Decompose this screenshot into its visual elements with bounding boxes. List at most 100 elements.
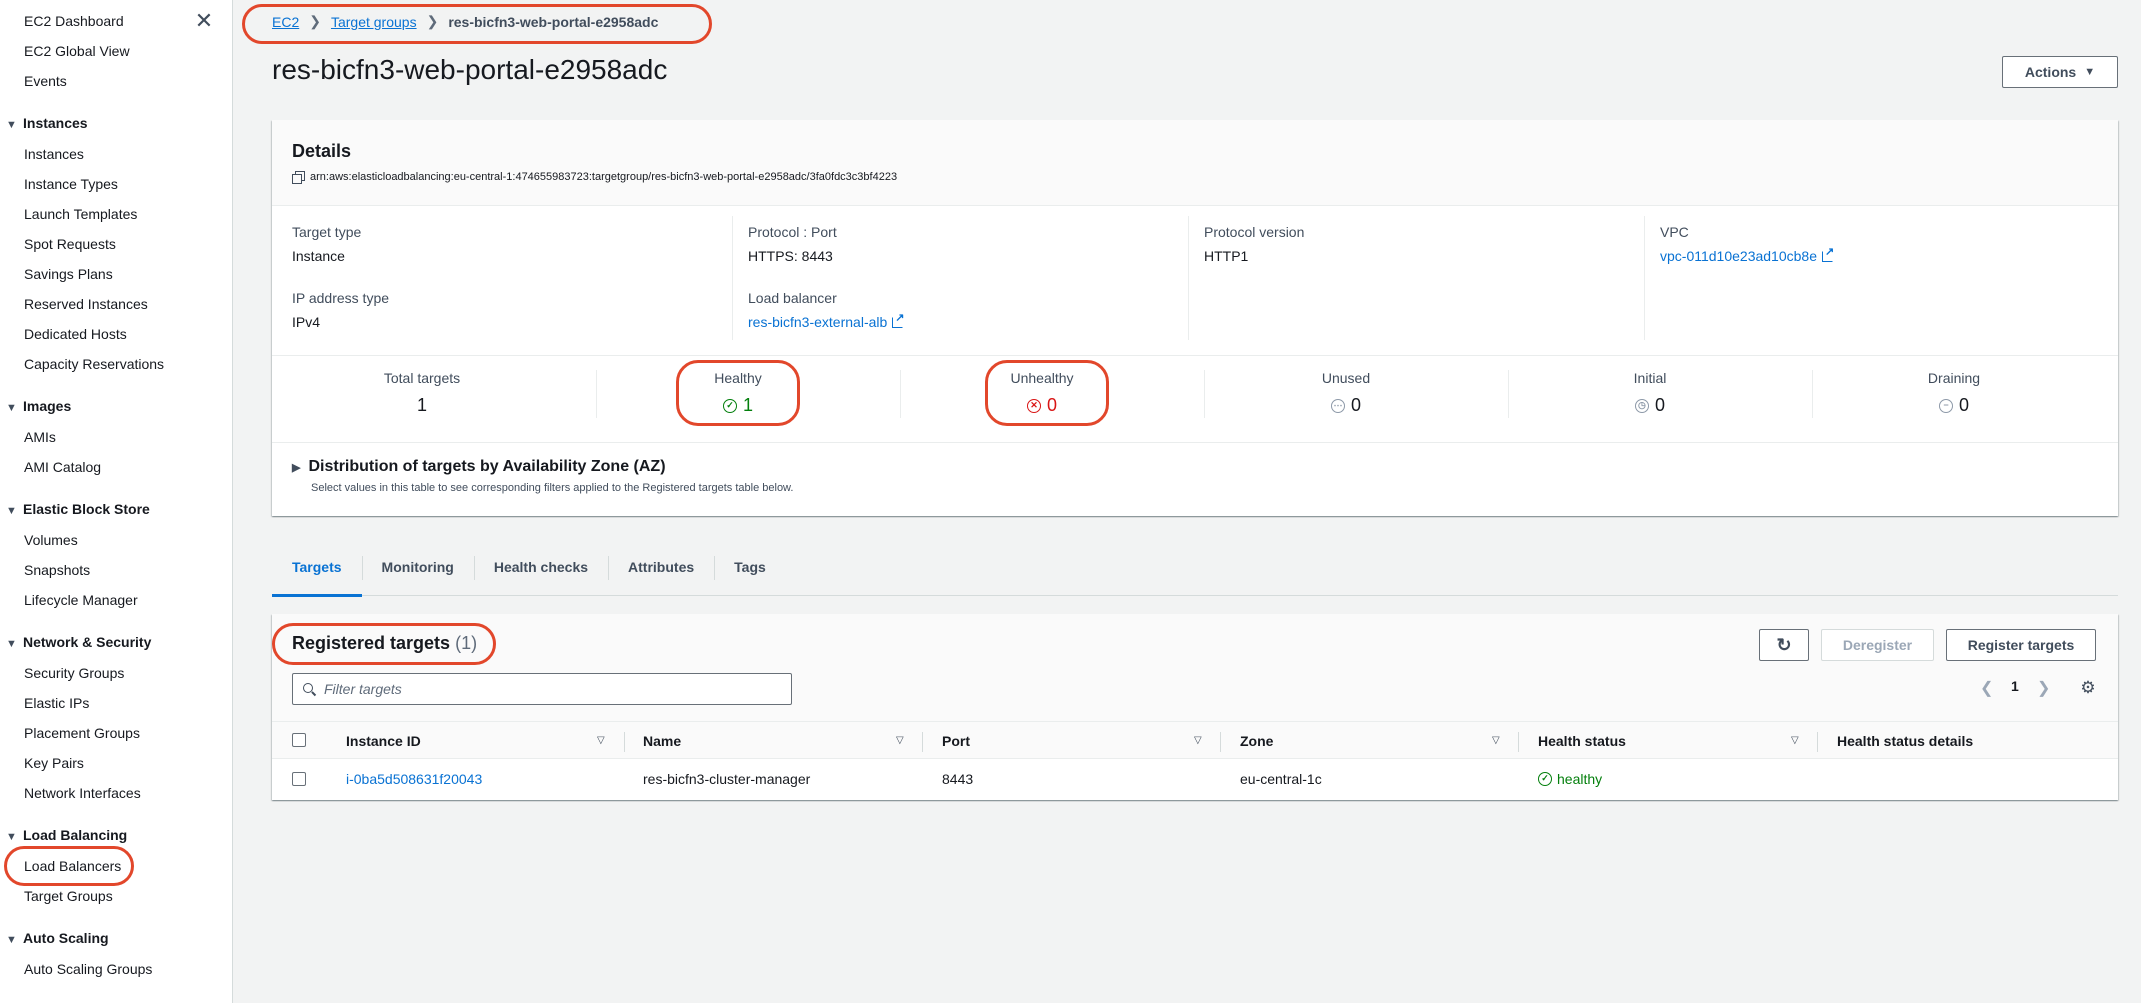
sidebar-item-savings-plans[interactable]: Savings Plans [24, 266, 113, 282]
stat-healthy[interactable]: Healthy ✓ 1 [588, 370, 888, 416]
sidebar-item-elastic-ips[interactable]: Elastic IPs [24, 695, 89, 711]
tab-tags[interactable]: Tags [714, 546, 786, 596]
sidebar-item-placement-groups[interactable]: Placement Groups [24, 725, 140, 741]
row-checkbox[interactable] [292, 772, 306, 786]
tab-bar: Targets Monitoring Health checks Attribu… [272, 546, 2118, 597]
registered-targets-header: Registered targets (1) ↻ Deregister Regi… [272, 614, 2118, 721]
sidebar: ✕ EC2 Dashboard EC2 Global View Events ▼… [0, 0, 233, 1003]
divider [272, 442, 2118, 443]
stat-unused[interactable]: Unused ⋯ 0 [1196, 370, 1496, 416]
vpc-label: VPC [1660, 224, 1689, 240]
sidebar-item-lifecycle-manager[interactable]: Lifecycle Manager [24, 592, 138, 608]
sidebar-item-capacity-reservations[interactable]: Capacity Reservations [24, 356, 164, 372]
details-header: Details arn:aws:elasticloadbalancing:eu-… [272, 120, 2118, 206]
column-instance-id[interactable]: Instance ID [346, 722, 421, 760]
table-row: i-0ba5d508631f20043 res-bicfn3-cluster-m… [272, 759, 2118, 799]
stat-total-targets: Total targets 1 [383, 370, 461, 415]
az-distribution: ▶ Distribution of targets by Availability… [292, 458, 793, 494]
refresh-icon: ↻ [1776, 634, 1792, 655]
column-divider [624, 732, 625, 752]
sidebar-item-snapshots[interactable]: Snapshots [24, 562, 90, 578]
stat-unhealthy[interactable]: Unhealthy ✕ 0 [892, 370, 1192, 416]
sidebar-section-ebs[interactable]: ▼ Elastic Block Store [6, 501, 150, 517]
cell-health-status: ✓ healthy [1538, 759, 1602, 799]
sort-icon[interactable]: ▽ [896, 735, 904, 746]
caret-down-icon: ▼ [6, 831, 17, 843]
sidebar-item-launch-templates[interactable]: Launch Templates [24, 206, 137, 222]
column-health-status[interactable]: Health status [1538, 722, 1626, 760]
ip-type-value: IPv4 [292, 314, 321, 330]
column-name[interactable]: Name [643, 722, 681, 760]
sidebar-section-images[interactable]: ▼ Images [6, 398, 71, 414]
actions-button[interactable]: Actions ▼ [2002, 56, 2118, 88]
column-divider [1644, 216, 1645, 340]
column-divider [1817, 732, 1818, 752]
tab-targets[interactable]: Targets [272, 546, 362, 597]
sort-icon[interactable]: ▽ [597, 735, 605, 746]
sidebar-item-target-groups[interactable]: Target Groups [24, 888, 113, 904]
caret-down-icon: ▼ [2084, 66, 2096, 78]
sidebar-item-instances[interactable]: Instances [24, 146, 84, 162]
chevron-right-icon[interactable]: ❯ [2037, 678, 2050, 698]
column-divider [1188, 216, 1189, 340]
sidebar-section-auto-scaling[interactable]: ▼ Auto Scaling [6, 930, 109, 946]
column-zone[interactable]: Zone [1240, 722, 1273, 760]
tab-health-checks[interactable]: Health checks [473, 546, 608, 596]
column-port[interactable]: Port [942, 722, 970, 760]
protocol-version-value: HTTP1 [1204, 248, 1249, 264]
page-number[interactable]: 1 [2011, 678, 2019, 694]
copy-icon[interactable] [292, 171, 305, 184]
caret-down-icon: ▼ [6, 402, 17, 414]
az-description: Select values in this table to see corre… [311, 482, 794, 494]
arn-row: arn:aws:elasticloadbalancing:eu-central-… [292, 171, 898, 184]
stat-initial[interactable]: Initial ◷ 0 [1500, 370, 1800, 416]
gear-icon[interactable]: ⚙ [2079, 679, 2097, 697]
arn-value: arn:aws:elasticloadbalancing:eu-central-… [310, 171, 898, 183]
sidebar-item-network-interfaces[interactable]: Network Interfaces [24, 785, 141, 801]
clock-circle-icon: ◷ [1634, 398, 1649, 413]
sidebar-item-ec2-dashboard[interactable]: EC2 Dashboard [24, 13, 124, 29]
sidebar-item-volumes[interactable]: Volumes [24, 532, 78, 548]
sort-icon[interactable]: ▽ [1791, 735, 1799, 746]
sort-icon[interactable]: ▽ [1194, 735, 1202, 746]
sidebar-item-events[interactable]: Events [24, 73, 67, 89]
sidebar-item-ec2-global-view[interactable]: EC2 Global View [24, 43, 130, 59]
chevron-left-icon[interactable]: ❮ [1980, 678, 1993, 698]
deregister-button[interactable]: Deregister [1821, 629, 1934, 661]
sidebar-item-ami-catalog[interactable]: AMI Catalog [24, 459, 101, 475]
refresh-button[interactable]: ↻ [1759, 629, 1809, 661]
sidebar-item-security-groups[interactable]: Security Groups [24, 665, 124, 681]
sort-icon[interactable]: ▽ [1492, 735, 1500, 746]
sidebar-item-instance-types[interactable]: Instance Types [24, 176, 118, 192]
sidebar-item-key-pairs[interactable]: Key Pairs [24, 755, 84, 771]
instance-id-link[interactable]: i-0ba5d508631f20043 [346, 771, 482, 787]
tab-attributes[interactable]: Attributes [608, 546, 714, 596]
register-targets-button[interactable]: Register targets [1946, 629, 2096, 661]
vpc-link[interactable]: vpc-011d10e23ad10cb8e [1660, 245, 1834, 264]
external-link-icon [892, 311, 905, 328]
sidebar-item-amis[interactable]: AMIs [24, 429, 56, 445]
breadcrumb-target-groups[interactable]: Target groups [331, 14, 417, 30]
filter-targets-field[interactable] [292, 673, 792, 705]
tab-monitoring[interactable]: Monitoring [361, 546, 474, 596]
stat-draining[interactable]: Draining −0 [1804, 370, 2104, 416]
select-all-checkbox[interactable] [292, 733, 306, 747]
breadcrumb-ec2[interactable]: EC2 [272, 14, 299, 30]
column-health-status-details[interactable]: Health status details [1837, 722, 1973, 760]
target-type-label: Target type [292, 224, 362, 240]
sidebar-section-load-balancing[interactable]: ▼ Load Balancing [6, 827, 127, 843]
sidebar-item-load-balancers[interactable]: Load Balancers [24, 858, 121, 874]
draining-value: 0 [1958, 395, 1969, 415]
sidebar-item-reserved-instances[interactable]: Reserved Instances [24, 296, 148, 312]
filter-targets-input[interactable] [324, 681, 764, 697]
sidebar-item-spot-requests[interactable]: Spot Requests [24, 236, 116, 252]
protocol-version-label: Protocol version [1204, 224, 1305, 240]
healthy-value: 1 [742, 395, 753, 415]
sidebar-section-network-security[interactable]: ▼ Network & Security [6, 634, 151, 650]
sidebar-item-auto-scaling-groups[interactable]: Auto Scaling Groups [24, 961, 152, 977]
az-expand-toggle[interactable]: ▶ Distribution of targets by Availability… [292, 458, 793, 476]
close-icon[interactable]: ✕ [193, 10, 215, 32]
sidebar-item-dedicated-hosts[interactable]: Dedicated Hosts [24, 326, 127, 342]
load-balancer-link[interactable]: res-bicfn3-external-alb [748, 311, 905, 330]
sidebar-section-instances[interactable]: ▼ Instances [6, 115, 88, 131]
